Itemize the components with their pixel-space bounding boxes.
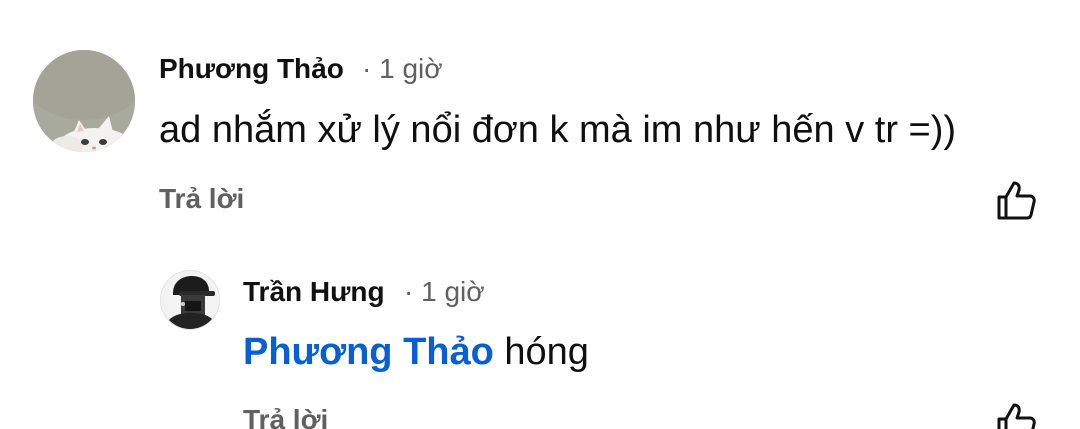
thumbs-up-icon [997,181,1036,220]
comment-thread: Phương Thảo · 1 giờ ad nhắm xử lý nổi đơ… [0,0,1080,429]
avatar[interactable] [160,270,220,330]
comment-timestamp: · 1 giờ [362,53,443,84]
person-avatar-image [161,271,219,329]
reply-button[interactable]: Trả lời [243,404,328,429]
avatar[interactable] [33,50,135,152]
reply-author[interactable]: Trần Hưng [243,276,385,308]
kitten-avatar-image [33,50,135,152]
comment-author[interactable]: Phương Thảo [159,53,344,85]
thumbs-up-icon [997,403,1036,429]
reply-text: Phương Thảo hóng [243,330,589,374]
mention-link[interactable]: Phương Thảo [243,331,494,373]
reply-button[interactable]: Trả lời [159,183,244,215]
reply-text-body: hóng [493,331,589,373]
like-button[interactable] [994,400,1038,429]
comment-text: ad nhắm xử lý nổi đơn k mà im như hến v … [159,109,957,151]
like-button[interactable] [994,178,1038,222]
reply-timestamp: · 1 giờ [404,276,485,307]
